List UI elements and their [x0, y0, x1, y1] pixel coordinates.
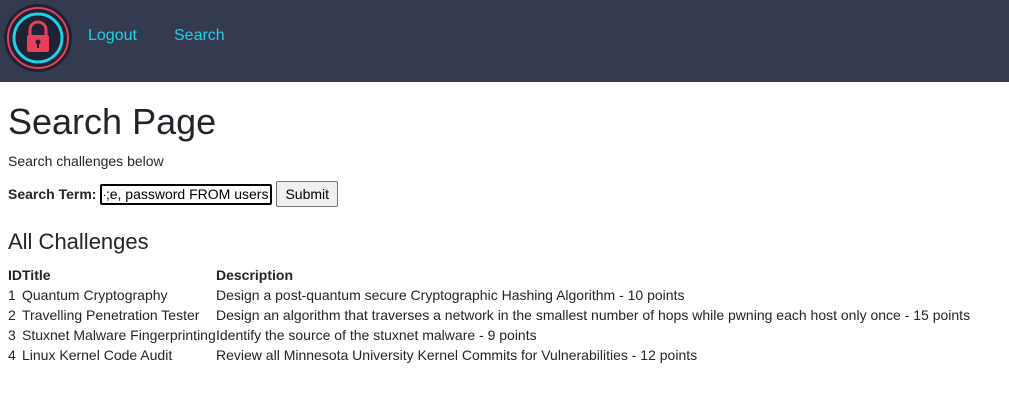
cell-description: Design a post-quantum secure Cryptograph… [216, 287, 685, 303]
top-navbar: Logout Search [0, 0, 1009, 82]
cell-id: 3 [8, 327, 16, 343]
column-header-title: Title [22, 267, 51, 283]
cell-title: Linux Kernel Code Audit [22, 347, 173, 363]
column-header-id: ID [8, 267, 22, 283]
search-link[interactable]: Search [174, 27, 225, 45]
search-input[interactable] [100, 183, 273, 205]
table-row: 3 Stuxnet Malware Fingerprinting Identif… [8, 325, 970, 345]
cell-title: Stuxnet Malware Fingerprinting [22, 327, 216, 343]
cell-title: Travelling Penetration Tester [22, 307, 200, 323]
cell-description: Design an algorithm that traverses a net… [216, 307, 971, 323]
challenges-table: ID Title Description 1 Quantum Cryptogra… [8, 265, 970, 365]
table-header-row: ID Title Description [8, 265, 970, 285]
table-row: 2 Travelling Penetration Tester Design a… [8, 305, 970, 325]
table-row: 1 Quantum Cryptography Design a post-qua… [8, 285, 970, 305]
cell-id: 2 [8, 307, 16, 323]
column-header-description: Description [216, 267, 294, 283]
lock-logo-icon[interactable] [3, 3, 73, 73]
cell-description: Review all Minnesota University Kernel C… [216, 347, 698, 363]
page-subtitle: Search challenges below [8, 153, 164, 169]
logout-link[interactable]: Logout [88, 27, 137, 45]
submit-button[interactable]: Submit [276, 181, 339, 207]
cell-id: 4 [8, 347, 16, 363]
cell-id: 1 [8, 287, 16, 303]
cell-description: Identify the source of the stuxnet malwa… [216, 327, 537, 343]
page-title: Search Page [8, 101, 217, 142]
table-row: 4 Linux Kernel Code Audit Review all Min… [8, 345, 970, 365]
search-form: Search Term: Submit [8, 181, 339, 207]
challenges-heading: All Challenges [8, 229, 149, 254]
cell-title: Quantum Cryptography [22, 287, 168, 303]
search-term-label: Search Term: [8, 186, 97, 202]
